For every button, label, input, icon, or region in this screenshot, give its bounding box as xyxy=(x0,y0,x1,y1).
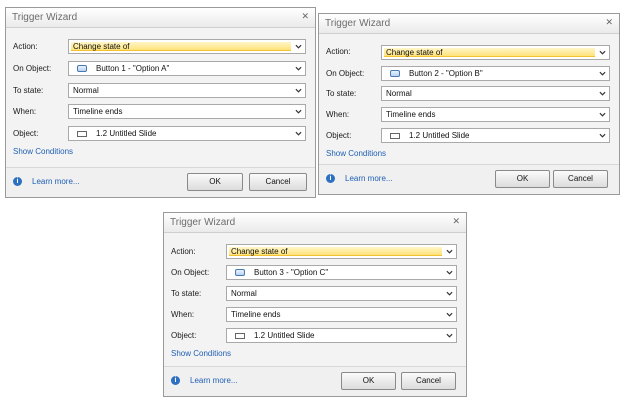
object-value: 1.2 Untitled Slide xyxy=(96,129,157,138)
to-state-value: Normal xyxy=(73,86,99,95)
slide-icon xyxy=(235,333,245,339)
when-value: Timeline ends xyxy=(231,310,281,319)
on-object-value: Button 2 - "Option B" xyxy=(409,69,483,78)
action-label: Action: xyxy=(171,247,196,256)
chevron-down-icon xyxy=(295,87,302,94)
when-value: Timeline ends xyxy=(73,107,123,116)
to-state-dropdown[interactable]: Normal xyxy=(226,286,457,301)
ok-button[interactable]: OK xyxy=(187,173,243,191)
to-state-label: To state: xyxy=(13,86,44,95)
dialog-footer: i Learn more... OK Cancel xyxy=(6,167,315,197)
to-state-label: To state: xyxy=(171,289,202,298)
slide-icon xyxy=(77,131,87,137)
action-dropdown[interactable]: Change state of xyxy=(68,39,306,54)
object-value: 1.2 Untitled Slide xyxy=(254,331,315,340)
info-icon: i xyxy=(326,174,335,183)
to-state-value: Normal xyxy=(231,289,257,298)
chevron-down-icon xyxy=(599,90,606,97)
chevron-down-icon xyxy=(295,65,302,72)
to-state-label: To state: xyxy=(326,89,357,98)
button-object-icon xyxy=(235,269,245,276)
ok-button[interactable]: OK xyxy=(341,372,396,390)
learn-more-link[interactable]: Learn more... xyxy=(32,177,80,186)
to-state-dropdown[interactable]: Normal xyxy=(381,86,610,101)
action-label: Action: xyxy=(13,42,38,51)
button-object-icon xyxy=(390,70,400,77)
to-state-value: Normal xyxy=(386,89,412,98)
title-bar: Trigger Wizard ✕ xyxy=(164,213,466,233)
show-conditions-link[interactable]: Show Conditions xyxy=(326,149,386,158)
title-bar: Trigger Wizard ✕ xyxy=(319,14,619,34)
on-object-dropdown[interactable]: Button 1 - "Option A" xyxy=(68,61,306,76)
ok-button[interactable]: OK xyxy=(495,170,550,188)
on-object-label: On Object: xyxy=(171,268,210,277)
trigger-wizard-dialog-1: Trigger Wizard ✕ Action: Change state of… xyxy=(5,7,316,198)
learn-more-link[interactable]: Learn more... xyxy=(190,376,238,385)
cancel-button[interactable]: Cancel xyxy=(401,372,456,390)
chevron-down-icon xyxy=(446,332,453,339)
when-label: When: xyxy=(13,107,37,116)
on-object-label: On Object: xyxy=(13,64,52,73)
chevron-down-icon xyxy=(446,269,453,276)
dialog-footer: i Learn more... OK Cancel xyxy=(319,164,619,194)
when-value: Timeline ends xyxy=(386,110,436,119)
slide-icon xyxy=(390,133,400,139)
trigger-wizard-dialog-3: Trigger Wizard ✕ Action: Change state of… xyxy=(163,212,467,397)
on-object-label: On Object: xyxy=(326,69,365,78)
dialog-title: Trigger Wizard xyxy=(325,18,391,29)
when-label: When: xyxy=(171,310,195,319)
object-value: 1.2 Untitled Slide xyxy=(409,131,470,140)
chevron-down-icon xyxy=(446,290,453,297)
action-value: Change state of xyxy=(386,48,443,57)
dialog-footer: i Learn more... OK Cancel xyxy=(164,366,466,396)
close-icon[interactable]: ✕ xyxy=(301,11,309,22)
title-bar: Trigger Wizard ✕ xyxy=(6,8,315,28)
cancel-button[interactable]: Cancel xyxy=(553,170,608,188)
show-conditions-link[interactable]: Show Conditions xyxy=(171,349,231,358)
learn-more-link[interactable]: Learn more... xyxy=(345,174,393,183)
on-object-value: Button 3 - "Option C" xyxy=(254,268,329,277)
on-object-dropdown[interactable]: Button 3 - "Option C" xyxy=(226,265,457,280)
when-dropdown[interactable]: Timeline ends xyxy=(226,307,457,322)
object-label: Object: xyxy=(171,331,197,340)
chevron-down-icon xyxy=(599,132,606,139)
object-dropdown[interactable]: 1.2 Untitled Slide xyxy=(68,126,306,141)
show-conditions-link[interactable]: Show Conditions xyxy=(13,147,73,156)
trigger-wizard-dialog-2: Trigger Wizard ✕ Action: Change state of… xyxy=(318,13,620,195)
object-label: Object: xyxy=(326,131,352,140)
action-selected-highlight: Change state of xyxy=(229,247,442,256)
object-label: Object: xyxy=(13,129,39,138)
info-icon: i xyxy=(171,376,180,385)
to-state-dropdown[interactable]: Normal xyxy=(68,83,306,98)
chevron-down-icon xyxy=(599,111,606,118)
on-object-dropdown[interactable]: Button 2 - "Option B" xyxy=(381,66,610,81)
action-value: Change state of xyxy=(73,42,130,51)
chevron-down-icon xyxy=(295,108,302,115)
when-label: When: xyxy=(326,110,350,119)
action-dropdown[interactable]: Change state of xyxy=(226,244,457,259)
object-dropdown[interactable]: 1.2 Untitled Slide xyxy=(226,328,457,343)
close-icon[interactable]: ✕ xyxy=(452,216,460,227)
action-value: Change state of xyxy=(231,247,288,256)
button-object-icon xyxy=(77,65,87,72)
action-selected-highlight: Change state of xyxy=(71,42,291,51)
when-dropdown[interactable]: Timeline ends xyxy=(381,107,610,122)
chevron-down-icon xyxy=(446,311,453,318)
cancel-button[interactable]: Cancel xyxy=(249,173,307,191)
chevron-down-icon xyxy=(295,43,302,50)
dialog-title: Trigger Wizard xyxy=(12,12,78,23)
action-selected-highlight: Change state of xyxy=(384,48,595,57)
chevron-down-icon xyxy=(446,248,453,255)
action-label: Action: xyxy=(326,47,351,56)
chevron-down-icon xyxy=(599,49,606,56)
chevron-down-icon xyxy=(599,70,606,77)
info-icon: i xyxy=(13,177,22,186)
action-dropdown[interactable]: Change state of xyxy=(381,45,610,60)
chevron-down-icon xyxy=(295,130,302,137)
on-object-value: Button 1 - "Option A" xyxy=(96,64,170,73)
when-dropdown[interactable]: Timeline ends xyxy=(68,104,306,119)
object-dropdown[interactable]: 1.2 Untitled Slide xyxy=(381,128,610,143)
close-icon[interactable]: ✕ xyxy=(605,17,613,28)
dialog-title: Trigger Wizard xyxy=(170,217,236,228)
